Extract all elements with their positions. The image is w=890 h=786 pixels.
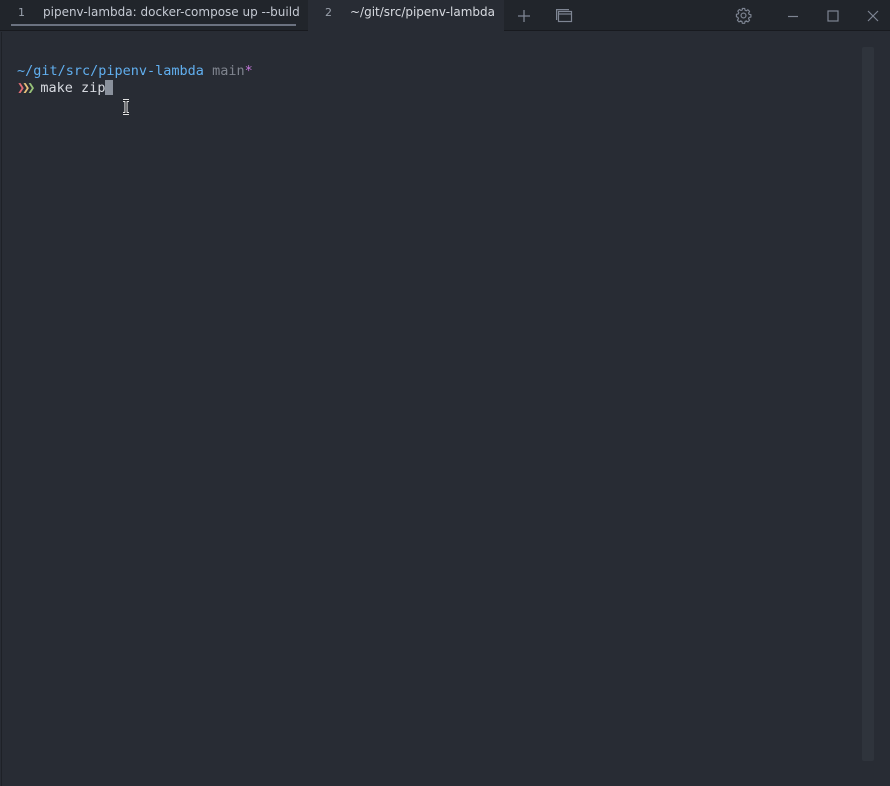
prompt-chevrons-icon: ❯❯❯	[17, 80, 36, 96]
prompt-path: ~/git/src/pipenv-lambda	[17, 63, 204, 79]
scrollbar[interactable]	[862, 47, 874, 761]
close-icon	[867, 10, 879, 21]
command-text: make zip	[40, 80, 106, 96]
terminal-pane[interactable]: ~/git/src/pipenv-lambda main* ❯❯❯ make zi…	[1, 32, 889, 786]
panes-icon	[555, 8, 572, 22]
tab-title: ~/git/src/pipenv-lambda	[350, 5, 495, 19]
prompt-branch: main	[212, 63, 245, 79]
new-tab-button[interactable]	[509, 0, 539, 31]
panes-button[interactable]	[549, 0, 579, 31]
tab-number: 1	[18, 6, 25, 19]
command-line[interactable]: ❯❯❯ make zip	[17, 80, 114, 97]
prompt-line: ~/git/src/pipenv-lambda main*	[17, 63, 253, 80]
minimize-icon	[788, 15, 798, 17]
prompt-dirty-marker: *	[244, 63, 253, 79]
text-cursor	[105, 80, 114, 95]
tab-activity-indicator	[11, 24, 296, 26]
ibeam-cursor-icon	[123, 99, 129, 115]
plus-icon	[518, 9, 530, 22]
minimize-button[interactable]	[778, 0, 808, 31]
tab-docker-compose[interactable]: 1 pipenv-lambda: docker-compose up --bui…	[0, 0, 307, 31]
maximize-icon	[827, 9, 839, 22]
tab-pipenv-lambda[interactable]: 2 ~/git/src/pipenv-lambda	[308, 0, 504, 31]
close-button[interactable]	[858, 0, 888, 31]
title-bar: 1 pipenv-lambda: docker-compose up --bui…	[0, 0, 890, 31]
gear-icon	[735, 7, 752, 24]
settings-button[interactable]	[728, 0, 758, 31]
tab-number: 2	[325, 6, 332, 19]
maximize-button[interactable]	[818, 0, 848, 31]
tab-title: pipenv-lambda: docker-compose up --build	[43, 5, 300, 19]
